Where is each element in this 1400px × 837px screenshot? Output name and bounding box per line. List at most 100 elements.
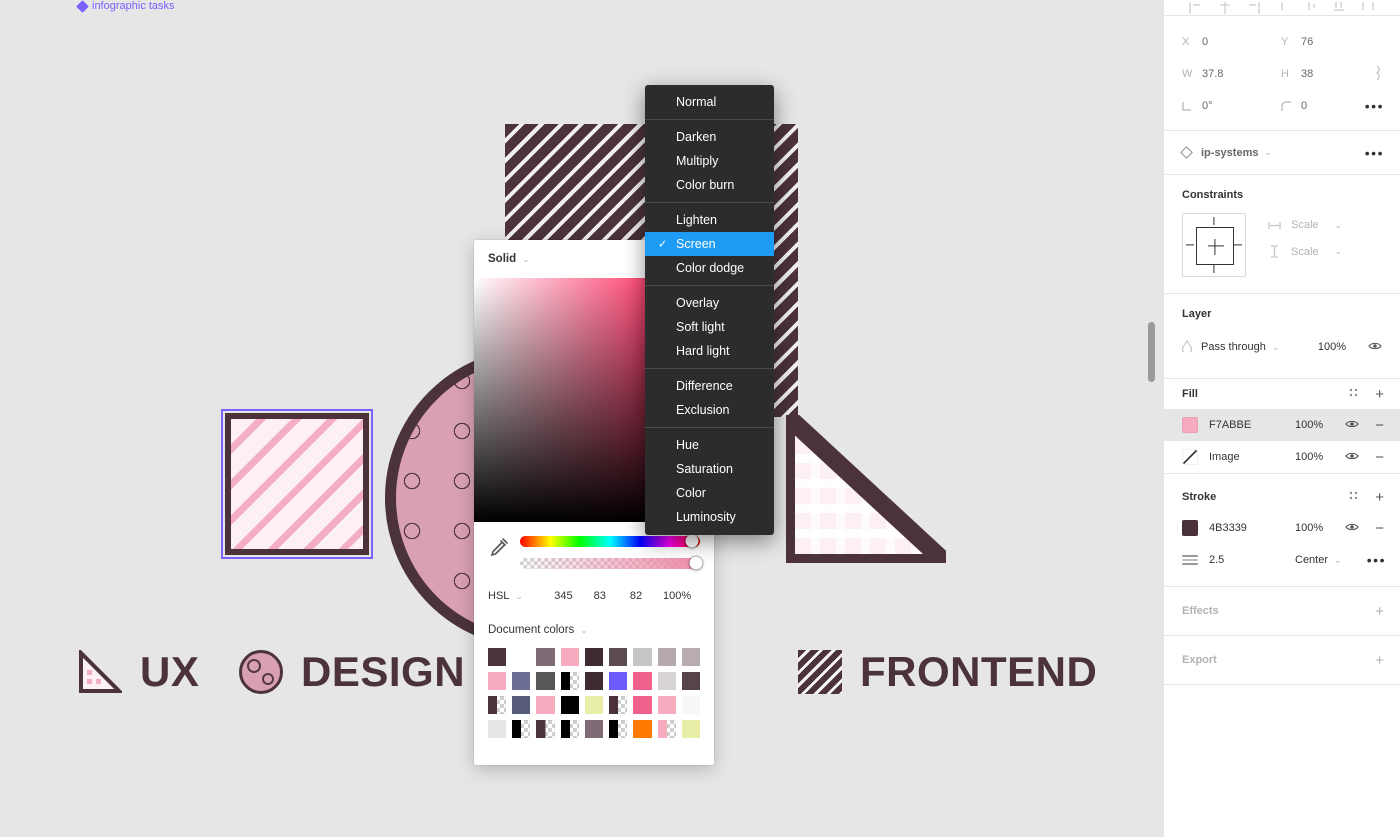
blend-mode-item-screen[interactable]: ✓ Screen [645,232,774,256]
blend-mode-item-hue[interactable]: Hue [645,433,774,457]
stroke-weight-input[interactable]: 2.5 [1209,554,1295,566]
document-color-swatch[interactable] [657,672,676,690]
blend-mode-item-multiply[interactable]: Multiply [645,149,774,173]
x-field[interactable]: X 0 [1182,36,1281,48]
more-properties-button[interactable]: ••• [1365,99,1384,113]
rotation-field[interactable]: 0° [1182,100,1281,112]
align-bottom-icon[interactable] [1331,1,1347,15]
stroke-visibility-icon[interactable] [1345,521,1359,535]
document-color-swatch[interactable] [609,672,628,690]
word-item-frontend[interactable]: FRONTEND [798,650,1097,694]
layer-opacity-input[interactable]: 100% [1318,341,1346,353]
fill-opacity[interactable]: 100% [1295,419,1343,431]
document-color-swatch[interactable] [633,720,652,738]
document-colors-header[interactable]: Document colors ⌄ [488,624,700,636]
document-color-swatch[interactable] [488,720,507,738]
document-color-swatch[interactable] [681,648,700,666]
blend-mode-item-lighten[interactable]: Lighten [645,208,774,232]
remove-fill-button[interactable]: − [1375,418,1384,433]
align-left-icon[interactable] [1188,1,1204,15]
document-color-swatch[interactable] [512,696,531,714]
chevron-down-icon[interactable]: ⌄ [522,254,530,265]
component-row[interactable]: ip-systems ⌄ ••• [1164,131,1400,175]
y-field[interactable]: Y 76 [1281,36,1380,48]
add-export-button[interactable]: + [1375,653,1384,668]
vertical-constraint-select[interactable]: Scale ⌄ [1268,245,1342,258]
document-color-swatch[interactable] [560,672,579,690]
canvas-vertical-scrollbar[interactable] [1148,322,1155,382]
blend-mode-item-exclusion[interactable]: Exclusion [645,398,774,422]
constraint-nub-right[interactable] [1234,244,1242,246]
stroke-color-swatch[interactable] [1182,520,1198,536]
align-vertical-center-icon[interactable] [1303,1,1319,15]
add-stroke-button[interactable]: + [1375,490,1384,505]
height-field[interactable]: H 38 [1281,68,1380,80]
document-color-swatch[interactable] [609,648,628,666]
constraint-nub-top[interactable] [1213,217,1215,225]
shape-checkered-triangle[interactable] [786,415,946,563]
stroke-align-select[interactable]: Center ⌄ [1295,554,1342,566]
blend-mode-item-color-dodge[interactable]: Color dodge [645,256,774,280]
stroke-opacity[interactable]: 100% [1295,522,1343,534]
document-color-swatch[interactable] [560,696,579,714]
constraint-nub-bottom[interactable] [1213,265,1215,273]
word-item-ux[interactable]: UX [78,648,199,694]
align-right-icon[interactable] [1245,1,1261,15]
document-color-swatch[interactable] [681,720,700,738]
align-top-icon[interactable] [1274,1,1290,15]
fill-item-image[interactable]: Image 100% − [1164,441,1400,473]
document-color-swatch[interactable] [488,672,507,690]
document-color-swatch[interactable] [584,672,604,690]
document-color-swatch[interactable] [657,648,676,666]
fill-styles-icon[interactable] [1348,387,1359,401]
shape-selected-striped-square[interactable] [221,409,373,559]
blend-mode-item-difference[interactable]: Difference [645,374,774,398]
constrain-proportions-icon[interactable] [1372,64,1382,84]
alpha-slider[interactable] [520,556,703,570]
document-color-swatch[interactable] [512,648,531,666]
distribute-icon[interactable] [1360,1,1376,15]
layer-visibility-icon[interactable] [1368,340,1382,354]
blend-mode-item-color-burn[interactable]: Color burn [645,173,774,197]
document-color-swatch[interactable] [609,720,628,738]
document-color-swatch[interactable] [536,648,555,666]
document-color-swatch[interactable] [657,720,676,738]
blend-mode-item-overlay[interactable]: Overlay [645,291,774,315]
alignment-toolbar[interactable] [1164,0,1400,16]
blend-mode-item-hard-light[interactable]: Hard light [645,339,774,363]
document-color-swatch[interactable] [512,672,531,690]
fill-image-thumbnail[interactable] [1182,449,1198,465]
document-color-swatch[interactable] [560,648,579,666]
paint-type-label[interactable]: Solid [488,253,516,265]
color-mode-select[interactable]: HSL ⌄ [488,590,545,602]
effects-section[interactable]: Effects + [1164,587,1400,636]
document-color-swatch[interactable] [633,696,652,714]
alpha-slider-knob[interactable] [689,556,703,570]
fill-image-visibility-icon[interactable] [1345,450,1359,464]
document-color-swatch[interactable] [560,720,579,738]
document-color-swatch[interactable] [488,648,507,666]
stroke-item-solid[interactable]: 4B3339 100% − [1164,512,1400,544]
document-color-swatch[interactable] [633,672,652,690]
word-item-design[interactable]: DESIGN [239,650,465,694]
export-section[interactable]: Export + [1164,636,1400,685]
width-field[interactable]: W 37.8 [1182,68,1281,80]
lightness-input[interactable]: 82 [618,590,654,602]
fill-item-solid[interactable]: F7ABBE 100% − [1164,409,1400,441]
frame-label[interactable]: infographic tasks [76,0,175,13]
document-color-swatch[interactable] [512,720,531,738]
document-color-swatch[interactable] [609,696,628,714]
blend-mode-item-saturation[interactable]: Saturation [645,457,774,481]
add-fill-button[interactable]: + [1375,387,1384,402]
document-color-swatch[interactable] [536,696,555,714]
remove-fill-image-button[interactable]: − [1375,450,1384,465]
document-color-swatch[interactable] [488,696,507,714]
component-more-button[interactable]: ••• [1365,146,1384,160]
horizontal-constraint-select[interactable]: Scale ⌄ [1268,219,1342,231]
document-color-swatch[interactable] [584,648,604,666]
document-color-swatch[interactable] [681,696,700,714]
chevron-down-icon[interactable]: ⌄ [1264,147,1272,158]
right-properties-panel[interactable]: X 0 Y 76 W 37.8 H 38 0° 0 ••• ip-systems… [1163,0,1400,837]
blend-mode-select[interactable]: Pass through ⌄ [1181,339,1279,355]
constraints-widget[interactable] [1182,213,1246,277]
